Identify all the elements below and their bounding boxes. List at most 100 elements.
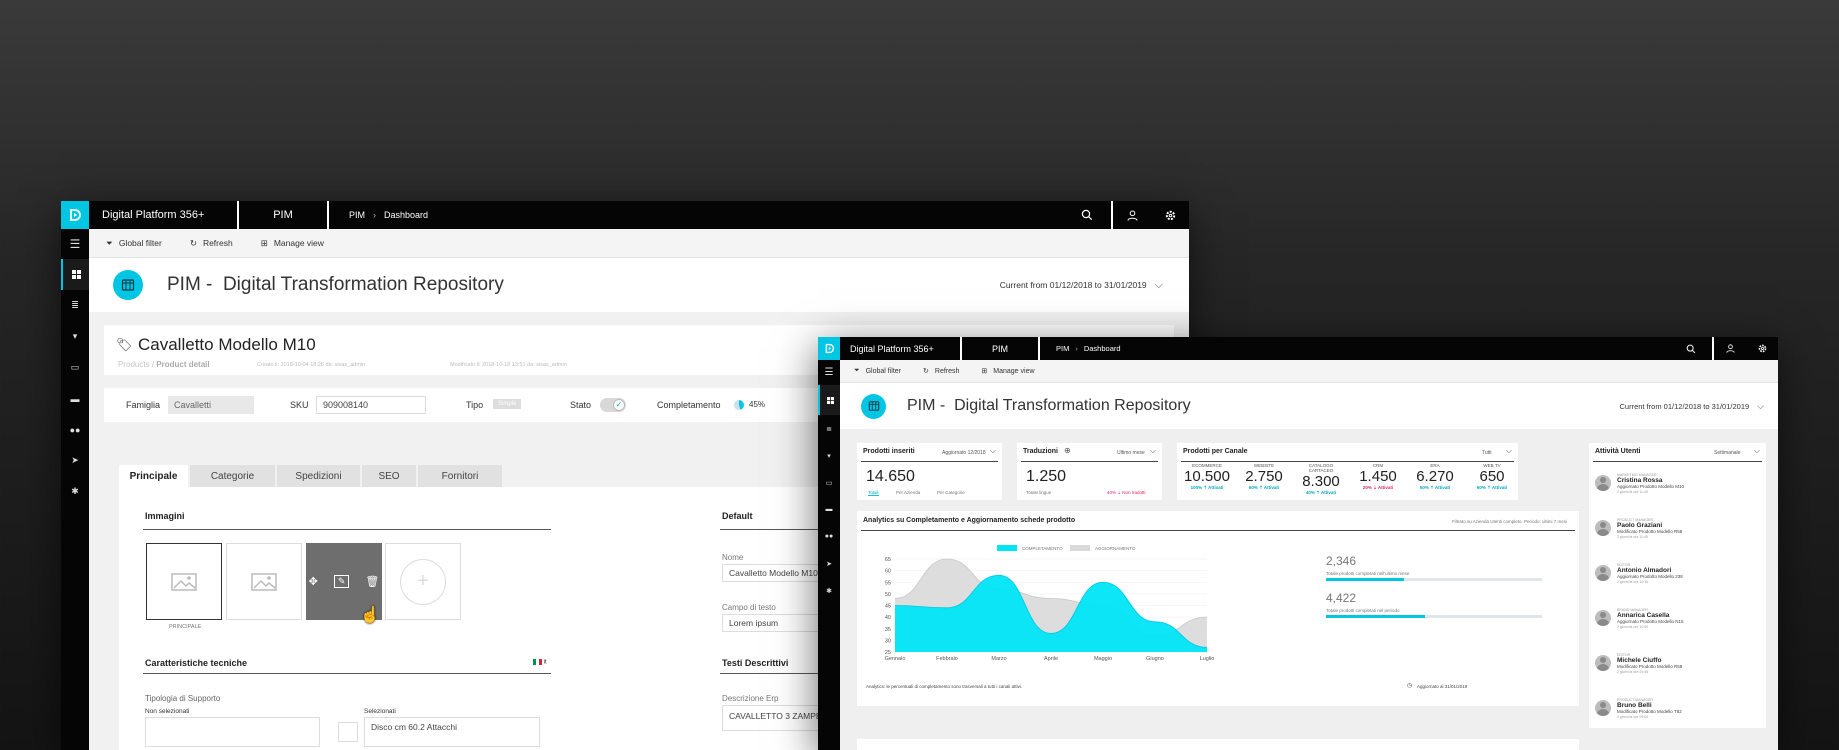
channel-item[interactable]: CRM 1.450 20% ⇣ Attivati xyxy=(1354,463,1402,491)
user-activity-item[interactable]: BRAND MANAGER Annarica Casella Aggiornat… xyxy=(1595,608,1684,629)
user-activity-item[interactable]: PRODUCT MANAGER Bruno Belli Modificato P… xyxy=(1595,698,1682,719)
date-range-select[interactable]: Current from 01/12/2018 to 31/01/2019 ⌵ xyxy=(1620,401,1765,412)
breadcrumb-root[interactable]: PIM xyxy=(1056,344,1069,353)
send-icon[interactable]: ➤ xyxy=(818,550,840,577)
cart-icon[interactable]: ▾ xyxy=(61,321,89,352)
refresh-icon: ↻ xyxy=(923,368,929,375)
channel-item[interactable]: ERA 6.270 50% ⇡ Attivati xyxy=(1411,463,1459,491)
move-icon[interactable]: ✥ xyxy=(309,575,318,588)
refresh-button[interactable]: ↻ Refresh xyxy=(190,238,233,249)
analytics-filter[interactable]: Filtrato su Azienda Utenti completo. Per… xyxy=(1452,519,1567,524)
breadcrumb-current: Dashboard xyxy=(1083,344,1121,353)
breadcrumb-root[interactable]: PIM xyxy=(349,210,365,220)
channel-delta: 20% ⇣ Attivati xyxy=(1362,485,1394,490)
chevron-down-icon[interactable]: ⌵ xyxy=(1506,446,1512,456)
manage-view-button[interactable]: ⊞ Manage view xyxy=(261,238,324,249)
sku-field[interactable]: 909008140 xyxy=(316,396,426,414)
nome-value: Cavalletto Modello M10 xyxy=(729,568,818,578)
dashboard-icon[interactable] xyxy=(61,259,89,290)
users-icon[interactable]: ●● xyxy=(61,414,89,445)
add-image-button[interactable]: + xyxy=(385,543,461,620)
chevron-down-icon[interactable]: ⌵ xyxy=(990,446,996,456)
settings-icon[interactable]: ✱ xyxy=(61,476,89,507)
channel-item[interactable]: WEB TV 650 60% ⇡ Attivati xyxy=(1468,463,1516,491)
menu-icon[interactable]: ☰ xyxy=(61,229,89,259)
tab-seo[interactable]: SEO xyxy=(362,465,416,487)
user-activity-sub[interactable]: Settimanale xyxy=(1714,450,1740,456)
completamento-pie xyxy=(734,400,744,410)
tab-categorie[interactable]: Categorie xyxy=(190,465,275,487)
add-circle-icon[interactable]: ⊕ xyxy=(1064,446,1071,455)
gear-icon[interactable] xyxy=(1746,337,1778,360)
user-icon[interactable] xyxy=(1714,337,1746,360)
chevron-down-icon[interactable]: ⌵ xyxy=(1754,446,1760,456)
monitor-icon[interactable]: ▭ xyxy=(61,352,89,383)
channel-item[interactable]: WEBSITE 2.750 60% ⇡ Attivati xyxy=(1240,463,1288,491)
not-selected-list[interactable] xyxy=(145,717,320,747)
dashboard-icon[interactable] xyxy=(818,385,840,415)
global-filter-button[interactable]: ⏷ Global filter xyxy=(106,238,162,249)
selected-list[interactable]: Disco cm 60.2 Attacchi xyxy=(364,717,540,747)
search-icon[interactable] xyxy=(1063,201,1113,229)
gear-icon[interactable] xyxy=(1151,201,1189,229)
monitor-icon[interactable]: ▭ xyxy=(818,469,840,496)
tag-icon: 🏷 xyxy=(116,337,133,352)
manage-view-button[interactable]: ⊞ Manage view xyxy=(981,367,1034,376)
product-breadcrumb-root[interactable]: Products xyxy=(118,360,150,369)
edit-icon[interactable]: ✎ xyxy=(333,575,350,588)
channel-delta: 60% ⇡ Attivati xyxy=(1476,485,1508,490)
user-icon[interactable] xyxy=(1113,201,1151,229)
search-icon[interactable] xyxy=(1670,337,1714,360)
tab-spedizioni[interactable]: Spedizioni xyxy=(277,465,360,487)
image-principale[interactable] xyxy=(146,543,222,620)
language-flag-icon[interactable]: it xyxy=(533,659,547,666)
kpi-prodotti-tab-azienda[interactable]: Per Azienda xyxy=(896,490,920,495)
chevron-down-icon[interactable]: ⌵ xyxy=(1150,446,1156,456)
grid-icon: ⊞ xyxy=(260,237,268,248)
module-name[interactable]: PIM xyxy=(239,201,329,229)
platform-name[interactable]: Digital Platform 356+ xyxy=(840,337,962,360)
module-name[interactable]: PIM xyxy=(962,337,1040,360)
platform-name[interactable]: Digital Platform 356+ xyxy=(89,201,239,229)
transfer-button[interactable] xyxy=(338,722,358,742)
kpi-prodotti-tab-categorie[interactable]: Per Categorie xyxy=(937,490,965,495)
kpi-canali-sub[interactable]: Tutti xyxy=(1482,450,1492,456)
send-icon[interactable]: ➤ xyxy=(61,445,89,476)
folder-icon[interactable]: ▬ xyxy=(61,383,89,414)
database-icon[interactable]: ≣ xyxy=(818,415,840,442)
sku-value: 909008140 xyxy=(323,400,369,410)
user-activity-item[interactable]: MARKETING MANAGER Cristina Rossa Aggiorn… xyxy=(1595,473,1684,494)
database-icon[interactable]: ≣ xyxy=(61,290,89,321)
analytics-card: Analytics su Completamento e Aggiornamen… xyxy=(857,511,1579,706)
stat1-label: Totale prodotti completati nell'ultimo m… xyxy=(1326,571,1410,576)
trash-icon[interactable]: 🗑 xyxy=(365,575,379,588)
cart-icon[interactable]: ▾ xyxy=(818,442,840,469)
channel-item[interactable]: ECOMMERCE 10.500 100% ⇡ Attivati xyxy=(1183,463,1231,491)
cursor-hand-icon: ☝ xyxy=(360,607,380,624)
image-secondary[interactable] xyxy=(226,543,302,620)
kpi-prodotti-tab-totali[interactable]: Totali xyxy=(868,490,879,496)
app-logo[interactable] xyxy=(818,337,840,360)
global-filter-button[interactable]: ⏷ Global filter xyxy=(854,367,901,375)
kpi-traduzioni-card: Traduzioni ⊕ Ultimo mese ⌵ 1.250 Totale … xyxy=(1017,443,1162,500)
menu-icon[interactable]: ☰ xyxy=(818,360,840,385)
tab-principale[interactable]: Principale xyxy=(119,465,188,487)
kpi-traduzioni-delta: 40% ⇣ Non tradotti xyxy=(1107,490,1146,495)
kpi-prodotti-sub[interactable]: Aggiornato 12/2018 xyxy=(942,450,986,456)
user-activity-item[interactable]: EDITOR Antonio Almadori Aggiornato Prodo… xyxy=(1595,563,1683,584)
folder-icon[interactable]: ▬ xyxy=(818,496,840,523)
user-activity-item[interactable]: EDITOR Michele Ciuffo Modificato Prodott… xyxy=(1595,653,1682,674)
refresh-button[interactable]: ↻ Refresh xyxy=(923,367,959,376)
user-activity-item[interactable]: PRODUCT MANAGER Paolo Graziani Modificat… xyxy=(1595,518,1682,539)
stato-toggle[interactable]: ✓ xyxy=(600,398,626,412)
breadcrumb-current: Dashboard xyxy=(384,210,429,220)
channel-item[interactable]: CATALOGO CARTACEO 8.300 40% ⇡ Attivati xyxy=(1297,463,1345,496)
kpi-traduzioni-sub[interactable]: Ultimo mese xyxy=(1117,450,1145,456)
app-logo[interactable] xyxy=(61,201,89,229)
settings-icon[interactable]: ✱ xyxy=(818,577,840,604)
tab-fornitori[interactable]: Fornitori xyxy=(418,465,502,487)
date-range-select[interactable]: Current from 01/12/2018 to 31/01/2019 ⌵ xyxy=(1000,279,1163,292)
famiglia-field[interactable]: Cavalletti xyxy=(168,396,254,414)
x-tick-label: Maggio xyxy=(1094,656,1112,662)
users-icon[interactable]: ●● xyxy=(818,523,840,550)
